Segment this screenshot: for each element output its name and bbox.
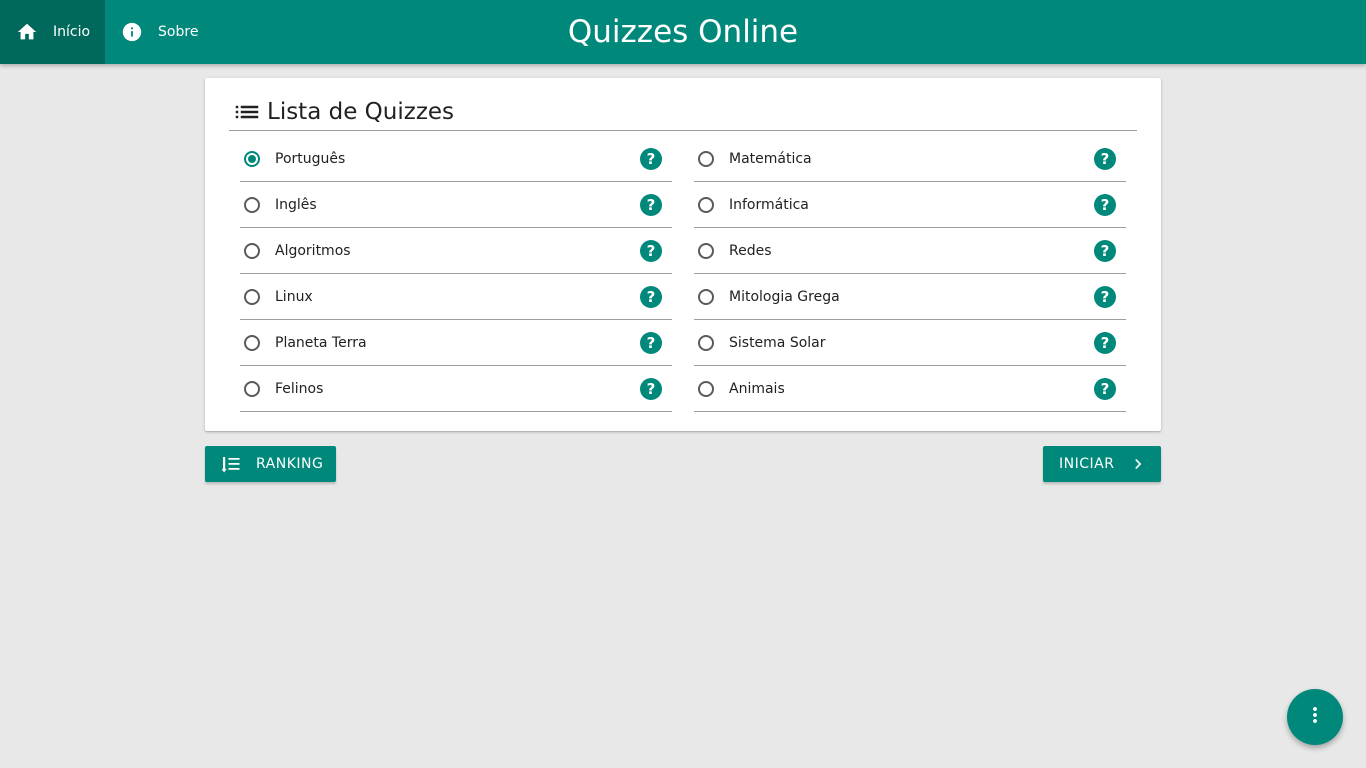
quiz-item[interactable]: Inglês ? xyxy=(240,182,672,228)
radio-unchecked[interactable] xyxy=(244,288,260,305)
list-icon xyxy=(231,96,263,128)
quiz-label: Informática xyxy=(729,196,809,213)
help-icon[interactable]: ? xyxy=(1094,377,1116,400)
radio-unchecked[interactable] xyxy=(244,196,260,213)
nav-item-home[interactable]: Início xyxy=(0,0,106,64)
ranking-button[interactable]: RANKING xyxy=(205,446,336,482)
nav-item-about[interactable]: Sobre xyxy=(105,0,213,64)
card-title: Lista de Quizzes xyxy=(267,99,455,125)
quiz-label: Mitologia Grega xyxy=(729,288,840,305)
quiz-item[interactable]: Matemática ? xyxy=(694,136,1126,182)
nav-item-home-label: Início xyxy=(53,24,91,40)
quiz-item[interactable]: Animais ? xyxy=(694,366,1126,412)
quiz-label: Inglês xyxy=(275,196,317,213)
quiz-list-right: Matemática ? Informática ? Redes ? Mitol… xyxy=(694,136,1126,412)
quiz-label: Algoritmos xyxy=(275,242,351,259)
help-icon[interactable]: ? xyxy=(640,285,662,308)
radio-unchecked[interactable] xyxy=(698,288,714,305)
help-icon[interactable]: ? xyxy=(1094,239,1116,262)
radio-unchecked[interactable] xyxy=(244,242,260,259)
ranking-button-label: RANKING xyxy=(256,456,324,472)
help-icon[interactable]: ? xyxy=(640,193,662,216)
help-icon[interactable]: ? xyxy=(1094,285,1116,308)
quiz-label: Redes xyxy=(729,242,772,259)
quiz-item[interactable]: Linux ? xyxy=(240,274,672,320)
quiz-label: Animais xyxy=(729,380,785,397)
nav-item-about-label: Sobre xyxy=(158,24,199,40)
radio-unchecked[interactable] xyxy=(698,380,714,397)
card-header: Lista de Quizzes xyxy=(229,94,1137,131)
quiz-item[interactable]: Sistema Solar ? xyxy=(694,320,1126,366)
help-icon[interactable]: ? xyxy=(640,147,662,170)
quiz-item[interactable]: Mitologia Grega ? xyxy=(694,274,1126,320)
help-icon[interactable]: ? xyxy=(1094,193,1116,216)
help-icon[interactable]: ? xyxy=(1094,147,1116,170)
quiz-label: Felinos xyxy=(275,380,324,397)
quiz-label: Matemática xyxy=(729,150,812,167)
radio-checked[interactable] xyxy=(244,150,260,167)
quiz-item[interactable]: Planeta Terra ? xyxy=(240,320,672,366)
quiz-label: Sistema Solar xyxy=(729,334,826,351)
home-icon xyxy=(16,21,38,43)
more-vert-icon xyxy=(1303,703,1327,731)
start-button-label: INICIAR xyxy=(1059,456,1115,472)
chevron-right-icon xyxy=(1128,454,1148,474)
quiz-label: Português xyxy=(275,150,346,167)
help-icon[interactable]: ? xyxy=(1094,331,1116,354)
sort-numeric-icon xyxy=(221,454,241,474)
radio-unchecked[interactable] xyxy=(698,150,714,167)
more-actions-fab[interactable] xyxy=(1287,689,1343,745)
main-nav: Início Sobre xyxy=(0,0,213,64)
quiz-item[interactable]: Informática ? xyxy=(694,182,1126,228)
radio-unchecked[interactable] xyxy=(244,380,260,397)
radio-unchecked[interactable] xyxy=(244,334,260,351)
quiz-label: Planeta Terra xyxy=(275,334,367,351)
quiz-list-left: Português ? Inglês ? Algoritmos ? Linux … xyxy=(240,136,672,412)
help-icon[interactable]: ? xyxy=(640,377,662,400)
quiz-item[interactable]: Redes ? xyxy=(694,228,1126,274)
help-icon[interactable]: ? xyxy=(640,331,662,354)
quiz-item[interactable]: Felinos ? xyxy=(240,366,672,412)
radio-unchecked[interactable] xyxy=(698,334,714,351)
quiz-item[interactable]: Português ? xyxy=(240,136,672,182)
help-icon[interactable]: ? xyxy=(640,239,662,262)
radio-unchecked[interactable] xyxy=(698,196,714,213)
radio-unchecked[interactable] xyxy=(698,242,714,259)
start-button[interactable]: INICIAR xyxy=(1043,446,1161,482)
quiz-item[interactable]: Algoritmos ? xyxy=(240,228,672,274)
top-app-bar: Início Sobre Quizzes Online xyxy=(0,0,1366,64)
quiz-label: Linux xyxy=(275,288,313,305)
info-icon xyxy=(121,21,143,43)
